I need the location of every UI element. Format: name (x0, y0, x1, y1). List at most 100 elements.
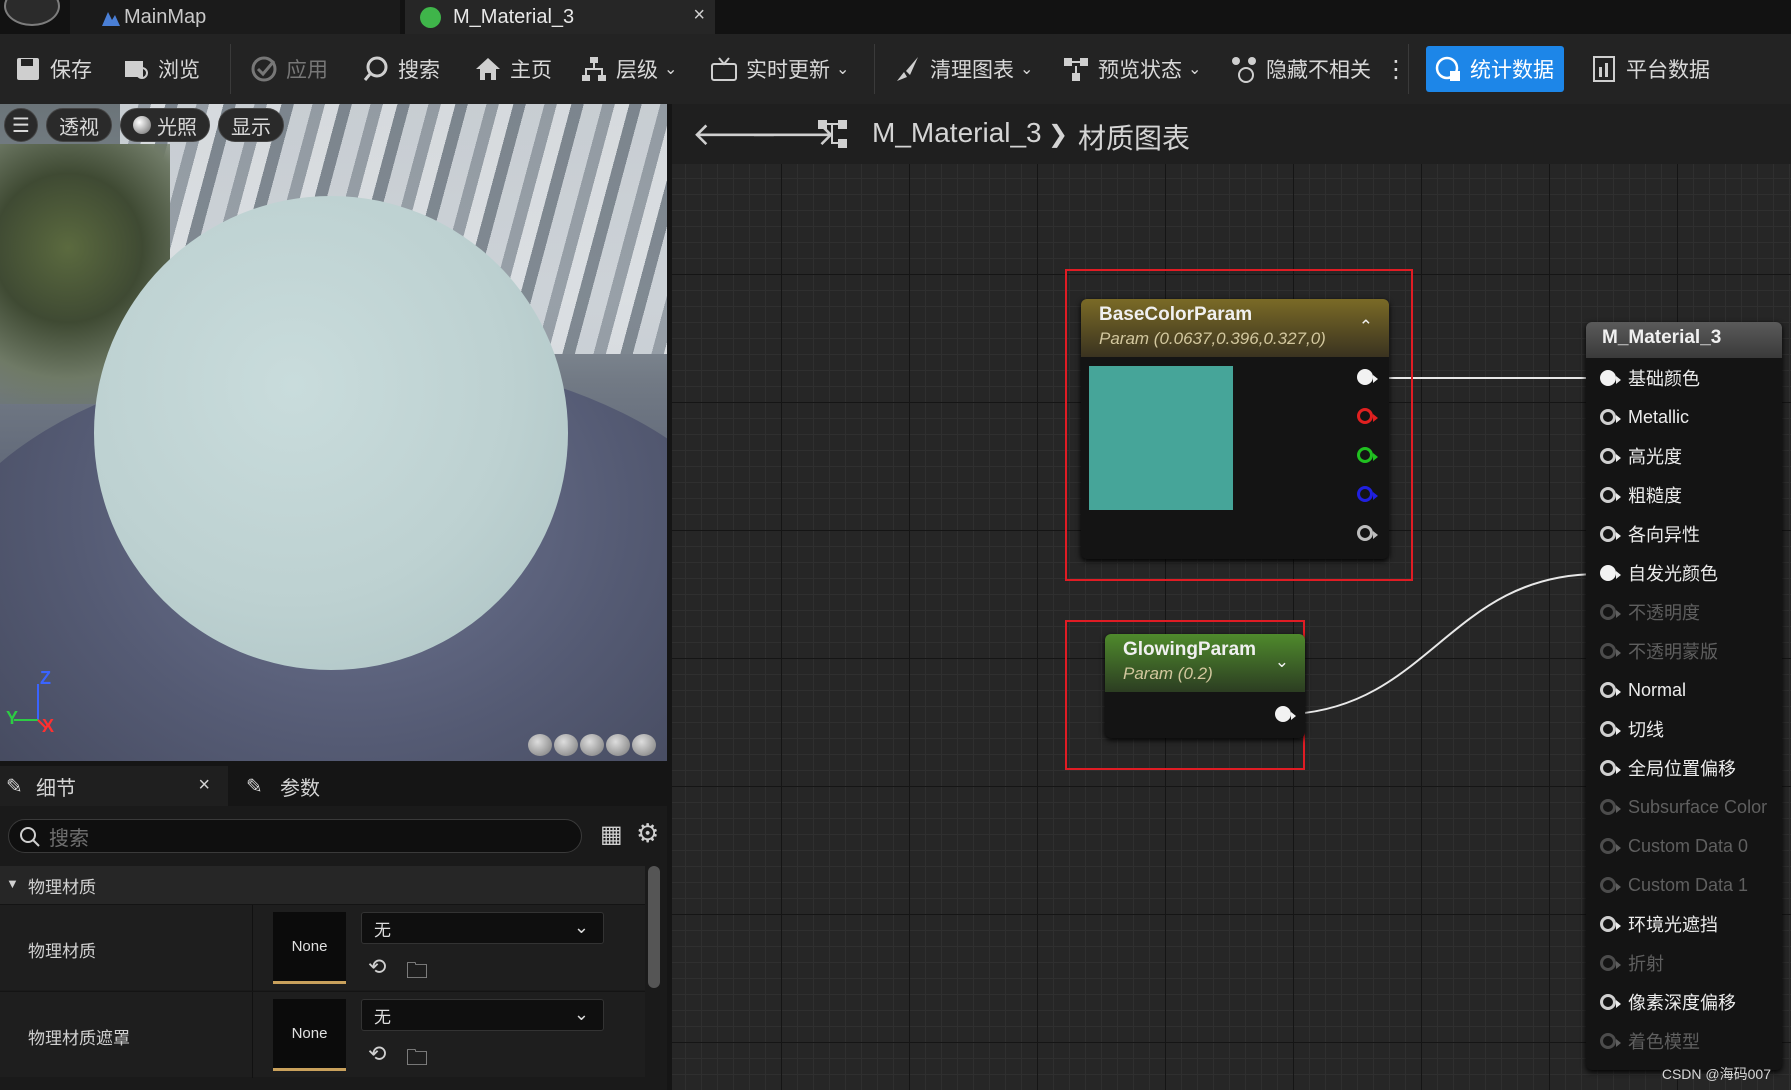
input-pin-circle[interactable] (1600, 643, 1621, 659)
lighting-button[interactable]: 光照 (120, 108, 210, 142)
search-button[interactable]: 搜索 (362, 46, 440, 92)
input-pin-circle[interactable] (1600, 877, 1621, 893)
material-input-pin[interactable]: 折射 (1600, 951, 1664, 975)
gear-icon[interactable]: ⚙ (636, 818, 659, 849)
output-pin-value[interactable] (1275, 706, 1296, 722)
input-pin-circle[interactable] (1600, 526, 1621, 542)
use-selected-icon[interactable]: ⟲ (368, 954, 386, 980)
material-input-pin[interactable]: 各向异性 (1600, 522, 1700, 546)
stats-button[interactable]: 统计数据 (1426, 46, 1564, 92)
browse-asset-icon[interactable]: 🗀 (406, 954, 428, 992)
tab-details[interactable]: ✎ 细节 × (0, 766, 228, 806)
platform-stats-button[interactable]: 平台数据 (1590, 46, 1710, 92)
hierarchy-button[interactable]: 层级 ⌄ (580, 46, 677, 92)
material-input-pin[interactable]: 基础颜色 (1600, 366, 1700, 390)
input-pin-circle[interactable] (1600, 994, 1621, 1010)
input-pin-circle[interactable] (1600, 448, 1621, 464)
details-scrollbar[interactable] (648, 866, 660, 988)
material-input-pin[interactable]: 不透明蒙版 (1600, 639, 1718, 663)
search-icon (20, 827, 40, 847)
clean-graph-button[interactable]: 清理图表 ⌄ (894, 46, 1033, 92)
input-pin-circle[interactable] (1600, 565, 1621, 581)
input-pin-circle[interactable] (1600, 799, 1621, 815)
collapse-chevron-icon[interactable]: ⌃ (1359, 317, 1373, 337)
output-pin-a[interactable] (1357, 525, 1378, 541)
material-input-pin[interactable]: Custom Data 1 (1600, 873, 1748, 897)
input-pin-circle[interactable] (1600, 409, 1621, 425)
axis-y-label: Y (6, 708, 19, 728)
input-pin-circle[interactable] (1600, 721, 1621, 737)
sphere-shape-icon[interactable] (554, 734, 578, 756)
input-pin-circle[interactable] (1600, 370, 1621, 386)
cylinder-shape-icon[interactable] (528, 734, 552, 756)
input-pin-circle[interactable] (1600, 487, 1621, 503)
toolbar-divider (874, 44, 875, 94)
column-splitter[interactable] (252, 992, 253, 1078)
output-pin-r[interactable] (1357, 408, 1378, 424)
material-input-pin[interactable]: Metallic (1600, 405, 1689, 429)
perspective-button[interactable]: 透视 (46, 108, 112, 142)
input-pin-circle[interactable] (1600, 916, 1621, 932)
plane-shape-icon[interactable] (580, 734, 604, 756)
input-pin-circle[interactable] (1600, 955, 1621, 971)
collapse-chevron-icon[interactable]: ⌄ (1275, 652, 1289, 672)
material-input-pin[interactable]: 粗糙度 (1600, 483, 1682, 507)
preview-viewport[interactable]: ☰ 透视 光照 显示 Z Y X (0, 104, 667, 761)
material-graph[interactable]: 🡐 🡒 M_Material_3 ❯ 材质图表 BaseColorParam P… (672, 104, 1791, 1090)
asset-thumbnail[interactable]: None (273, 999, 346, 1071)
material-input-pin[interactable]: 着色模型 (1600, 1029, 1700, 1053)
input-pin-circle[interactable] (1600, 682, 1621, 698)
table-view-icon[interactable]: ▦ (600, 820, 623, 849)
asset-picker-combo[interactable]: 无 ⌄ (361, 912, 604, 944)
output-pin-rgb[interactable] (1357, 369, 1378, 385)
custom-mesh-shape-icon[interactable] (632, 734, 656, 756)
material-input-pin[interactable]: 全局位置偏移 (1600, 756, 1736, 780)
input-pin-label: 高光度 (1628, 447, 1682, 467)
show-button[interactable]: 显示 (218, 108, 284, 142)
hide-unrelated-button[interactable]: 隐藏不相关 (1230, 46, 1371, 92)
input-pin-circle[interactable] (1600, 760, 1621, 776)
tab-parameters[interactable]: ✎ 参数 (236, 766, 436, 806)
input-pin-circle[interactable] (1600, 1033, 1621, 1049)
home-button[interactable]: 主页 (474, 46, 552, 92)
material-result-node[interactable]: M_Material_3 基础颜色 Metallic 高光度 粗糙度 各向异性 自发光颜色… (1586, 322, 1782, 1070)
use-selected-icon[interactable]: ⟲ (368, 1041, 386, 1067)
close-tab-icon[interactable]: × (693, 4, 705, 27)
apply-button[interactable]: 应用 (250, 46, 328, 92)
material-input-pin[interactable]: 不透明度 (1600, 600, 1700, 624)
material-input-pin[interactable]: 自发光颜色 (1600, 561, 1718, 585)
material-input-pin[interactable]: Subsurface Color (1600, 795, 1767, 819)
material-input-pin[interactable]: 切线 (1600, 717, 1664, 741)
hamburger-menu-icon[interactable]: ☰ (4, 108, 38, 142)
input-pin-label: 切线 (1628, 720, 1664, 740)
more-options-icon[interactable]: ⋮ (1384, 46, 1408, 92)
close-details-icon[interactable]: × (198, 774, 210, 797)
column-splitter[interactable] (252, 905, 253, 991)
material-input-pin[interactable]: 环境光遮挡 (1600, 912, 1718, 936)
asset-thumbnail[interactable]: None (273, 912, 346, 984)
category-physical-material[interactable]: ▼ 物理材质 (0, 866, 645, 904)
tab-material[interactable]: M_Material_3 × (405, 0, 715, 34)
save-button[interactable]: 保存 (14, 46, 92, 92)
preview-state-button[interactable]: 预览状态 ⌄ (1062, 46, 1201, 92)
material-input-pin[interactable]: Normal (1600, 678, 1686, 702)
glowing-param-node[interactable]: GlowingParam Param (0.2) ⌄ (1105, 634, 1305, 738)
output-pin-b[interactable] (1357, 486, 1378, 502)
output-pin-g[interactable] (1357, 447, 1378, 463)
stats-label: 统计数据 (1470, 59, 1554, 82)
material-input-pin[interactable]: 高光度 (1600, 444, 1682, 468)
unreal-logo[interactable] (4, 0, 60, 26)
browse-asset-icon[interactable]: 🗀 (406, 1041, 428, 1079)
input-pin-circle[interactable] (1600, 838, 1621, 854)
cube-shape-icon[interactable] (606, 734, 630, 756)
details-search-input[interactable]: 搜索 (8, 819, 582, 853)
material-input-pin[interactable]: Custom Data 0 (1600, 834, 1748, 858)
apply-check-icon (251, 56, 277, 82)
live-update-button[interactable]: 实时更新 ⌄ (710, 46, 849, 92)
material-input-pin[interactable]: 像素深度偏移 (1600, 990, 1736, 1014)
asset-picker-combo[interactable]: 无 ⌄ (361, 999, 604, 1031)
browse-button[interactable]: 浏览 (122, 46, 200, 92)
base-color-param-node[interactable]: BaseColorParam Param (0.0637,0.396,0.327… (1081, 299, 1389, 559)
tab-mainmap[interactable]: MainMap (70, 0, 400, 34)
input-pin-circle[interactable] (1600, 604, 1621, 620)
